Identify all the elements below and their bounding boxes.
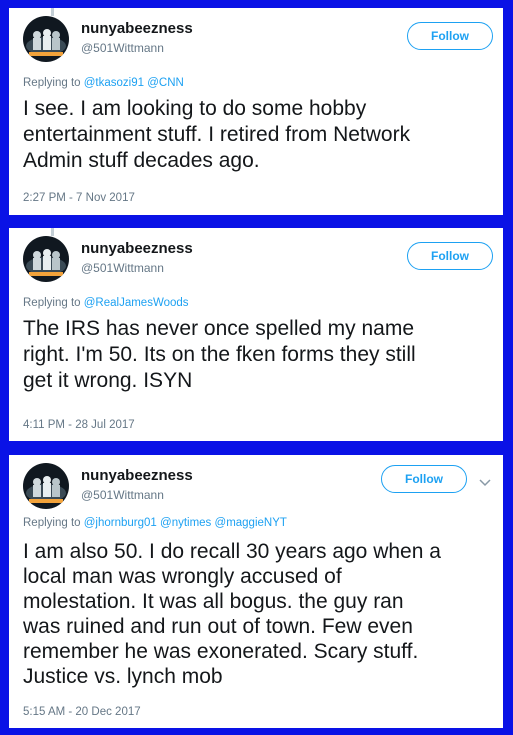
display-name[interactable]: nunyabeezness bbox=[81, 467, 193, 484]
tweet-text: The IRS has never once spelled my name r… bbox=[23, 317, 416, 392]
replying-to-label: Replying to bbox=[23, 297, 81, 309]
display-name[interactable]: nunyabeezness bbox=[81, 20, 193, 37]
follow-button[interactable]: Follow bbox=[407, 242, 493, 270]
thread-line bbox=[51, 228, 54, 236]
avatar[interactable] bbox=[23, 16, 69, 62]
tweet-card: nunyabeezness @501Wittmann Follow Replyi… bbox=[9, 455, 503, 728]
reply-user-link[interactable]: @maggieNYT bbox=[215, 517, 287, 529]
reply-user-link[interactable]: @RealJamesWoods bbox=[84, 297, 189, 309]
user-handle[interactable]: @501Wittmann bbox=[81, 488, 164, 502]
display-name[interactable]: nunyabeezness bbox=[81, 240, 193, 257]
tweet-card: nunyabeezness @501Wittmann Follow Replyi… bbox=[9, 228, 503, 441]
avatar[interactable] bbox=[23, 463, 69, 509]
tweet-timestamp[interactable]: 2:27 PM - 7 Nov 2017 bbox=[23, 192, 135, 204]
tweet-text: I see. I am looking to do some hobby ent… bbox=[23, 97, 411, 172]
thread-line bbox=[51, 8, 54, 16]
user-handle[interactable]: @501Wittmann bbox=[81, 261, 164, 275]
replying-to: Replying to @jhornburg01 @nytimes @maggi… bbox=[23, 517, 287, 529]
reply-user-link[interactable]: @nytimes bbox=[160, 517, 211, 529]
follow-button[interactable]: Follow bbox=[407, 22, 493, 50]
tweet-card: nunyabeezness @501Wittmann Follow Replyi… bbox=[9, 8, 503, 215]
tweet-timestamp[interactable]: 4:11 PM - 28 Jul 2017 bbox=[23, 419, 135, 431]
chevron-down-icon[interactable] bbox=[477, 474, 493, 490]
avatar[interactable] bbox=[23, 236, 69, 282]
reply-user-link[interactable]: @tkasozi91 bbox=[84, 77, 144, 89]
replying-to: Replying to @tkasozi91 @CNN bbox=[23, 77, 184, 89]
follow-button[interactable]: Follow bbox=[381, 465, 467, 493]
user-handle[interactable]: @501Wittmann bbox=[81, 41, 164, 55]
replying-to-label: Replying to bbox=[23, 77, 81, 89]
tweet-timestamp[interactable]: 5:15 AM - 20 Dec 2017 bbox=[23, 706, 141, 718]
reply-user-link[interactable]: @jhornburg01 bbox=[84, 517, 157, 529]
reply-user-link[interactable]: @CNN bbox=[147, 77, 184, 89]
tweet-text: I am also 50. I do recall 30 years ago w… bbox=[23, 540, 441, 688]
replying-to-label: Replying to bbox=[23, 517, 81, 529]
replying-to: Replying to @RealJamesWoods bbox=[23, 297, 189, 309]
